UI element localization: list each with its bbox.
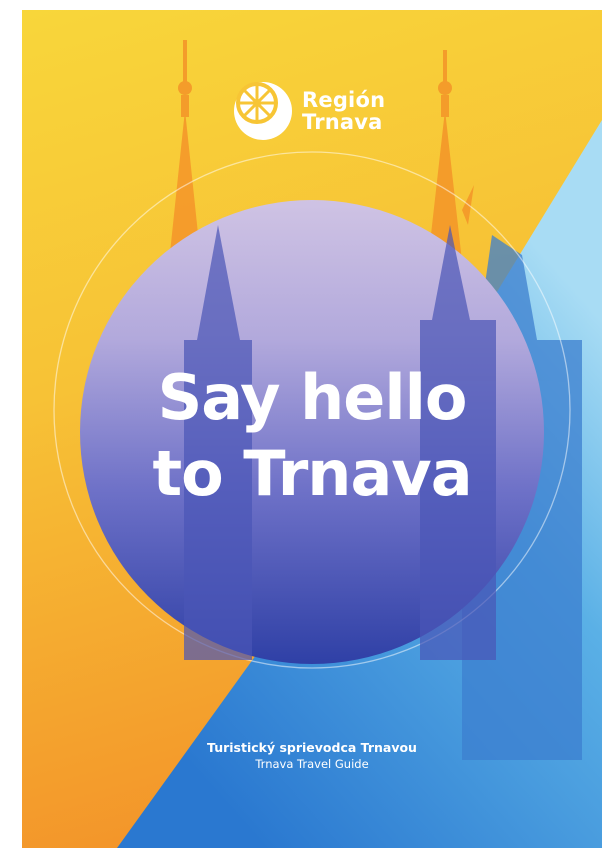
brand-line-2: Trnava bbox=[302, 110, 383, 134]
brand-wordmark: Región Trnava bbox=[302, 89, 385, 133]
brochure-cover: Región Trnava Say hello to Trnava Turist… bbox=[22, 10, 602, 848]
subtitle-slovak: Turistický sprievodca Trnavou bbox=[207, 740, 417, 755]
cover-footer: Turistický sprievodca Trnavou Trnava Tra… bbox=[22, 740, 602, 771]
region-trnava-logo: Región Trnava bbox=[234, 80, 385, 142]
headline-line-1: Say hello bbox=[157, 361, 468, 434]
headline-line-2: to Trnava bbox=[152, 437, 472, 510]
wheel-logo-icon bbox=[234, 82, 292, 140]
subtitle-english: Trnava Travel Guide bbox=[255, 757, 369, 771]
brand-line-1: Región bbox=[302, 88, 386, 112]
cover-headline: Say hello to Trnava bbox=[22, 360, 602, 512]
